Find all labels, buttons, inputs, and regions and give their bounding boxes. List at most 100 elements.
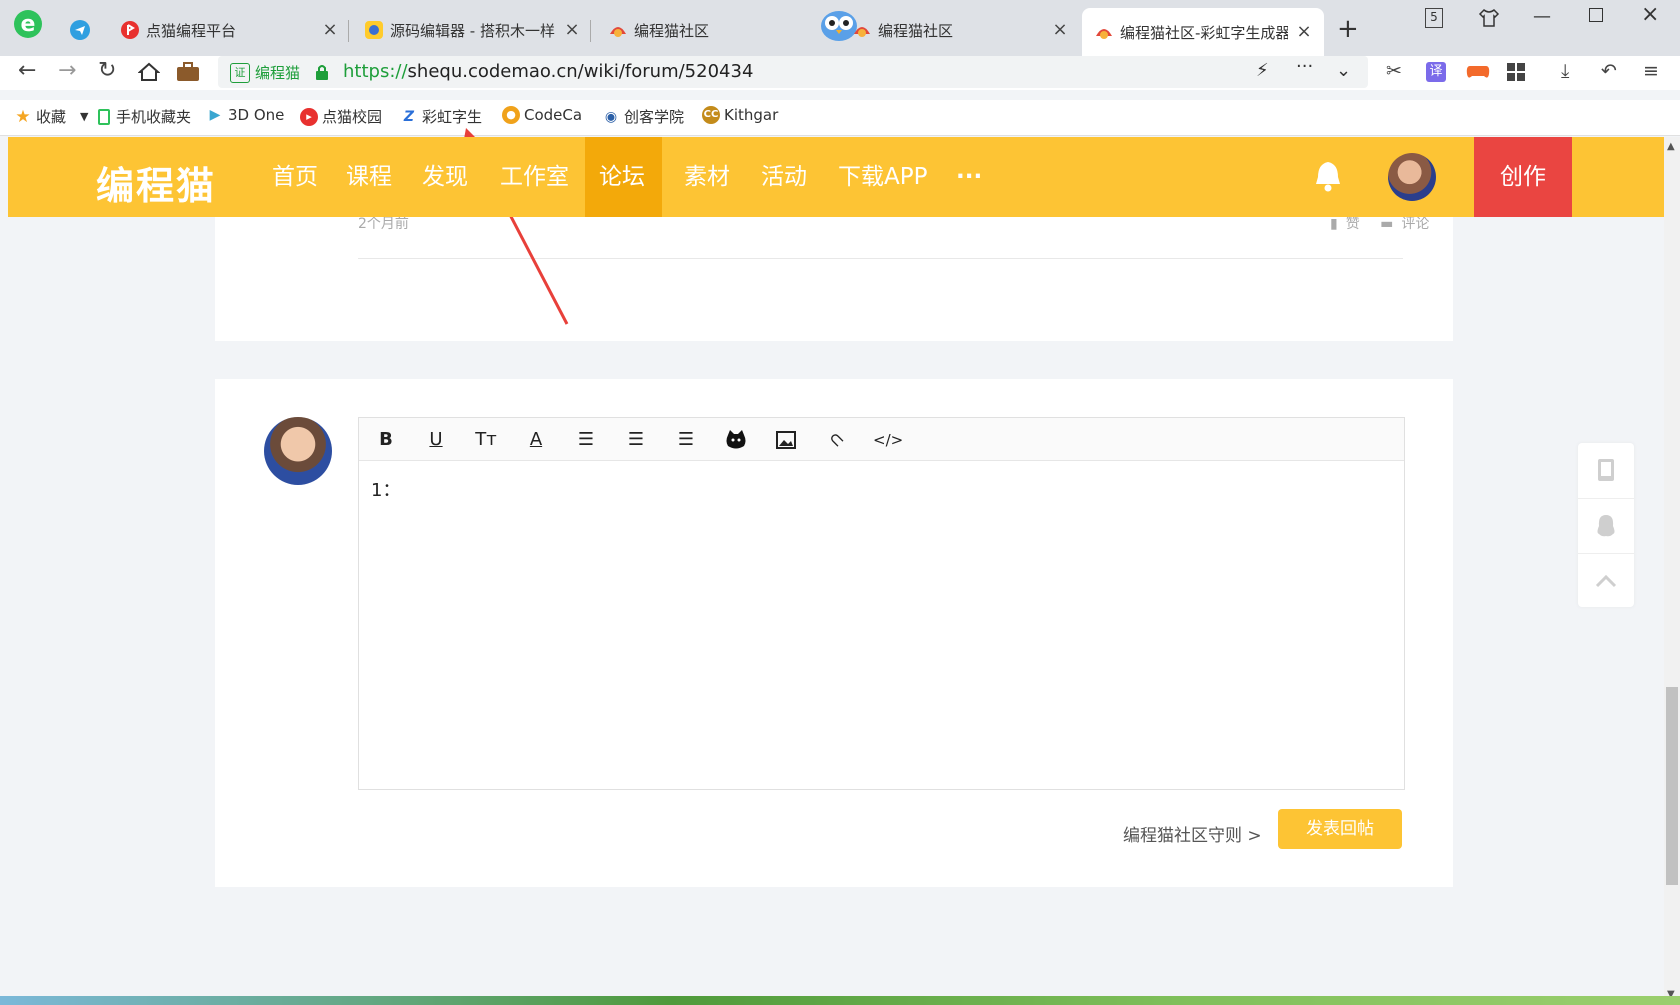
bookmark-label: CodeCa (524, 106, 583, 124)
briefcase-icon[interactable] (176, 62, 200, 82)
star-icon: ★ (15, 106, 31, 127)
nav-discover[interactable]: 发现 (408, 137, 482, 217)
chevron-down-icon[interactable]: ⌄ (1336, 60, 1351, 81)
align-center-icon[interactable]: ☰ (623, 427, 649, 453)
create-button[interactable]: 创作 (1474, 137, 1572, 217)
bookmark-mobile[interactable]: 手机收藏夹 (98, 106, 191, 127)
home-icon[interactable] (138, 62, 160, 82)
submit-reply-button[interactable]: 发表回帖 (1278, 809, 1402, 849)
more-icon[interactable]: ··· (1296, 56, 1313, 77)
underline-icon[interactable]: U (423, 427, 449, 453)
verified-icon: 证 (230, 62, 250, 83)
bookmark-3d-one[interactable]: ▶ 3D One (206, 106, 285, 124)
cat-emoji-icon[interactable] (723, 427, 749, 453)
close-icon[interactable]: × (320, 19, 340, 40)
reload-icon[interactable]: ↻ (98, 58, 116, 83)
mobile-view-button[interactable] (1578, 443, 1634, 497)
shirt-skin-icon[interactable] (1478, 8, 1500, 28)
svg-text:e: e (21, 12, 36, 37)
lock-icon[interactable] (315, 64, 329, 80)
minimize-icon[interactable]: — (1533, 6, 1551, 27)
bookmark-codecamp[interactable]: ● CodeCa (502, 106, 586, 124)
forward-icon[interactable]: → (58, 58, 76, 83)
address-bar[interactable]: 证 编程猫 https://shequ.codemao.cn/wiki/foru… (218, 56, 1368, 88)
nav-materials[interactable]: 素材 (670, 137, 744, 217)
phone-icon (98, 108, 110, 125)
tab-label: 编程猫社区 (878, 21, 954, 40)
community-rules-link[interactable]: 编程猫社区守则 > (1123, 821, 1262, 846)
tab-source-editor[interactable]: 源码编辑器 - 搭积木一样 × (364, 10, 582, 50)
align-right-icon[interactable]: ☰ (673, 427, 699, 453)
bookmark-label: 手机收藏夹 (116, 108, 192, 126)
qq-button[interactable] (1578, 498, 1634, 552)
maker-school-icon: ◉ (604, 108, 618, 125)
user-avatar[interactable] (264, 417, 332, 485)
codecamp-icon: ● (502, 106, 520, 124)
reply-editor: B U Tт A ☰ ☰ ☰ ⊂ </> 1： (358, 417, 1405, 790)
bold-icon[interactable]: B (373, 427, 399, 453)
undo-icon[interactable]: ↶ (1601, 60, 1617, 82)
bookmark-kithgard[interactable]: CC Kithgar (702, 106, 782, 124)
like-action[interactable]: ▮ 赞 (1322, 216, 1360, 232)
tab-active-rainbow[interactable]: 编程猫社区-彩虹字生成器 × (1082, 8, 1324, 56)
tab-count-badge[interactable]: 5 (1425, 8, 1443, 28)
bookmark-dianmao-school[interactable]: ▸ 点猫校园 (300, 106, 386, 127)
code-icon[interactable]: </> (873, 427, 903, 453)
browser-logo-icon[interactable]: e (12, 8, 44, 40)
new-tab-icon[interactable]: + (1337, 14, 1359, 44)
site-badge-label: 编程猫 (255, 64, 301, 82)
bookmark-label: 彩虹字生 (422, 108, 483, 126)
close-icon[interactable]: × (562, 19, 582, 40)
bookmark-rainbow[interactable]: Z 彩虹字生 (400, 106, 486, 127)
lightning-icon[interactable]: ⚡ (1256, 60, 1269, 81)
font-size-icon[interactable]: Tт (473, 427, 499, 453)
scroll-thumb[interactable] (1666, 687, 1678, 885)
scroll-up-icon[interactable]: ▲ (1667, 141, 1675, 152)
dianmao-favicon-icon (121, 21, 139, 39)
editor-content[interactable]: 1： (371, 476, 400, 502)
bell-icon[interactable] (1313, 159, 1343, 193)
align-left-icon[interactable]: ☰ (573, 427, 599, 453)
side-float-toolbar (1578, 443, 1634, 607)
attachment-icon[interactable]: ⊂ (818, 422, 855, 459)
menu-icon[interactable]: ≡ (1643, 60, 1659, 82)
nav-forum[interactable]: 论坛 (585, 137, 662, 217)
site-verified-badge[interactable]: 证 编程猫 (230, 62, 300, 83)
tab-label: 编程猫社区 (634, 21, 710, 40)
site-header: 编程猫 首页 课程 发现 工作室 论坛 素材 活动 下载APP ··· 创作 (8, 137, 1664, 217)
url-text[interactable]: https://shequ.codemao.cn/wiki/forum/5204… (343, 61, 753, 82)
url-scheme: https:// (343, 61, 408, 82)
nav-download-app[interactable]: 下载APP (824, 137, 941, 217)
bookmark-favorites[interactable]: ★ 收藏 ▼ (14, 106, 88, 127)
zj-icon: Z (403, 108, 415, 125)
site-logo[interactable]: 编程猫 (96, 155, 216, 210)
page-scrollbar[interactable]: ▲ ▼ (1664, 137, 1680, 1005)
translate-icon[interactable]: 译 (1426, 62, 1446, 82)
tab-community-1[interactable]: 编程猫社区 (608, 10, 828, 50)
tab-divider (348, 20, 349, 42)
tab-community-2[interactable]: 编程猫社区 × (852, 10, 1070, 50)
caret-down-icon[interactable]: ▼ (80, 110, 88, 123)
nav-more[interactable]: ··· (942, 137, 996, 217)
back-icon[interactable]: ← (18, 58, 36, 83)
maximize-icon[interactable] (1589, 8, 1603, 22)
back-to-top-button[interactable] (1578, 553, 1634, 607)
tab-dianmao[interactable]: 点猫编程平台 × (120, 10, 340, 50)
scissors-icon[interactable]: ✂ (1386, 60, 1402, 82)
bookmark-maker-school[interactable]: ◉ 创客学院 (602, 106, 686, 127)
close-icon[interactable]: × (1050, 19, 1070, 40)
font-color-icon[interactable]: A (523, 427, 549, 453)
nav-courses[interactable]: 课程 (332, 137, 406, 217)
nav-activities[interactable]: 活动 (747, 137, 821, 217)
window-close-icon[interactable]: × (1641, 2, 1659, 27)
close-icon[interactable]: × (1294, 21, 1314, 42)
telegram-icon[interactable] (70, 20, 90, 40)
header-avatar[interactable] (1388, 153, 1436, 201)
game-controller-icon[interactable] (1466, 62, 1490, 82)
download-icon[interactable]: ⤓ (1561, 60, 1569, 82)
image-icon[interactable] (773, 427, 799, 453)
comment-action[interactable]: ▬ 评论 (1372, 216, 1429, 232)
apps-grid-icon[interactable] (1506, 62, 1526, 82)
nav-studio[interactable]: 工作室 (486, 137, 583, 217)
nav-home[interactable]: 首页 (258, 137, 332, 217)
